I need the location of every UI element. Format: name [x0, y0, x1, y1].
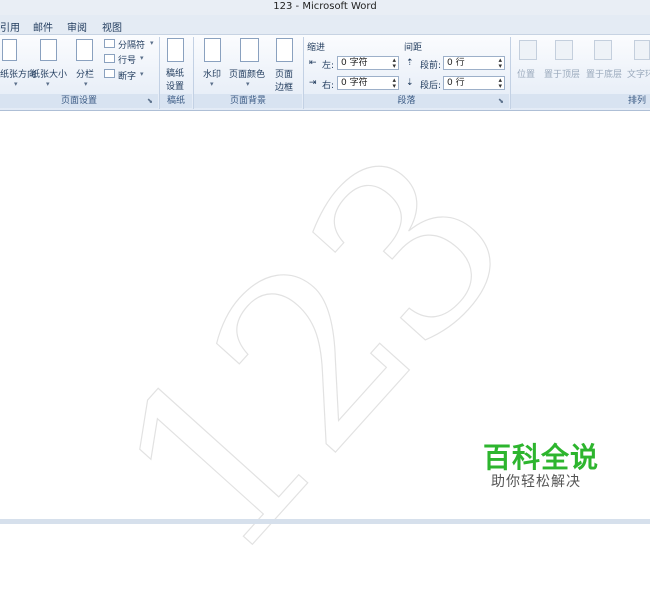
indent-left-label: 左:	[322, 61, 335, 71]
columns-icon[interactable]	[76, 39, 93, 61]
tab-review[interactable]: 审阅	[67, 19, 87, 34]
line-numbers-button[interactable]: 行号	[118, 53, 136, 66]
chevron-down-icon: ▾	[140, 54, 144, 62]
spacing-before-icon: ⇡	[406, 58, 414, 68]
spinner-arrows-icon[interactable]: ▴ ▾	[498, 77, 502, 90]
chevron-down-icon: ▾	[140, 70, 144, 78]
spinner-arrows-icon[interactable]: ▴ ▾	[392, 77, 396, 90]
group-label-manuscript: 稿纸	[160, 94, 192, 108]
spacing-before-label: 段前:	[420, 61, 442, 71]
spinner-arrows-icon[interactable]: ▴ ▾	[498, 57, 502, 70]
status-bar	[0, 519, 650, 524]
chevron-down-icon: ▾	[46, 80, 50, 88]
spinner-arrows-icon[interactable]: ▴ ▾	[392, 57, 396, 70]
bring-front-icon	[555, 40, 573, 60]
size-button[interactable]: 纸张大小	[31, 67, 67, 80]
breaks-icon	[104, 39, 115, 48]
document-watermark: 123	[68, 108, 556, 607]
page-size-icon[interactable]	[40, 39, 57, 61]
chevron-down-icon: ▾	[210, 80, 214, 88]
window-title: 123 - Microsoft Word	[273, 1, 377, 12]
send-back-button: 置于底层	[586, 70, 623, 80]
spacing-after-label: 段后:	[420, 81, 442, 91]
spacing-after-value: 0 行	[447, 78, 465, 88]
tab-references[interactable]: 引用	[0, 19, 20, 34]
spacing-before-input[interactable]: 0 行 ▴ ▾	[443, 56, 505, 70]
group-label-paragraph: 段落	[304, 94, 509, 108]
dialog-launcher-icon[interactable]: ⬊	[498, 97, 504, 105]
indent-right-label: 右:	[322, 81, 335, 91]
manuscript-button-line2[interactable]: 设置	[166, 79, 184, 92]
group-label-page-setup: 页面设置	[0, 94, 158, 108]
chevron-down-icon: ▾	[14, 80, 18, 88]
breaks-button[interactable]: 分隔符	[118, 38, 145, 51]
columns-button[interactable]: 分栏	[76, 67, 94, 80]
manuscript-icon[interactable]	[167, 38, 184, 62]
hyphenation-button[interactable]: 断字	[118, 69, 136, 82]
chevron-down-icon: ▾	[246, 80, 250, 88]
ribbon-tabs: 引用 邮件 审阅 视图	[0, 15, 650, 35]
indent-left-input[interactable]: 0 字符 ▴ ▾	[337, 56, 399, 70]
title-bar: 123 - Microsoft Word	[0, 0, 650, 15]
manuscript-button-line1[interactable]: 稿纸	[166, 66, 184, 79]
group-label-page-background: 页面背景	[194, 94, 302, 108]
position-icon	[519, 40, 537, 60]
text-wrap-icon	[634, 40, 650, 60]
send-back-icon	[594, 40, 612, 60]
page-border-line1[interactable]: 页面	[275, 67, 293, 80]
page-border-line2[interactable]: 边框	[275, 80, 293, 93]
page-color-icon[interactable]	[240, 38, 259, 62]
spacing-before-value: 0 行	[447, 58, 465, 68]
text-wrap-button: 文字环	[627, 70, 650, 80]
indent-left-value: 0 字符	[341, 58, 368, 68]
indent-left-icon: ⇤	[309, 58, 317, 68]
dialog-launcher-icon[interactable]: ⬊	[147, 97, 153, 105]
watermark-button[interactable]: 水印	[203, 67, 221, 80]
indent-right-input[interactable]: 0 字符 ▴ ▾	[337, 76, 399, 90]
spacing-after-icon: ⇣	[406, 78, 414, 88]
chevron-down-icon: ▾	[84, 80, 88, 88]
spacing-after-input[interactable]: 0 行 ▴ ▾	[443, 76, 505, 90]
indent-right-icon: ⇥	[309, 78, 317, 88]
line-numbers-icon	[104, 54, 115, 63]
chevron-down-icon: ▾	[150, 39, 154, 47]
position-button: 位置	[517, 70, 536, 80]
group-label-arrange: 排列	[511, 94, 650, 108]
bring-front-button: 置于顶层	[544, 70, 581, 80]
spacing-title: 间距	[404, 43, 423, 53]
tab-mailings[interactable]: 邮件	[33, 19, 53, 34]
watermark-icon[interactable]	[204, 38, 221, 62]
orientation-icon[interactable]	[2, 39, 17, 61]
document-page[interactable]: 123 百科全说 助你轻松解决	[0, 108, 650, 607]
page-color-button[interactable]: 页面颜色	[229, 67, 265, 80]
page-border-icon[interactable]	[276, 38, 293, 62]
indent-title: 缩进	[307, 43, 326, 53]
tab-view[interactable]: 视图	[102, 19, 122, 34]
brand-logo-title: 百科全说	[483, 441, 600, 474]
hyphenation-icon	[104, 69, 115, 78]
indent-right-value: 0 字符	[341, 78, 368, 88]
brand-logo-subtitle: 助你轻松解决	[491, 474, 581, 490]
